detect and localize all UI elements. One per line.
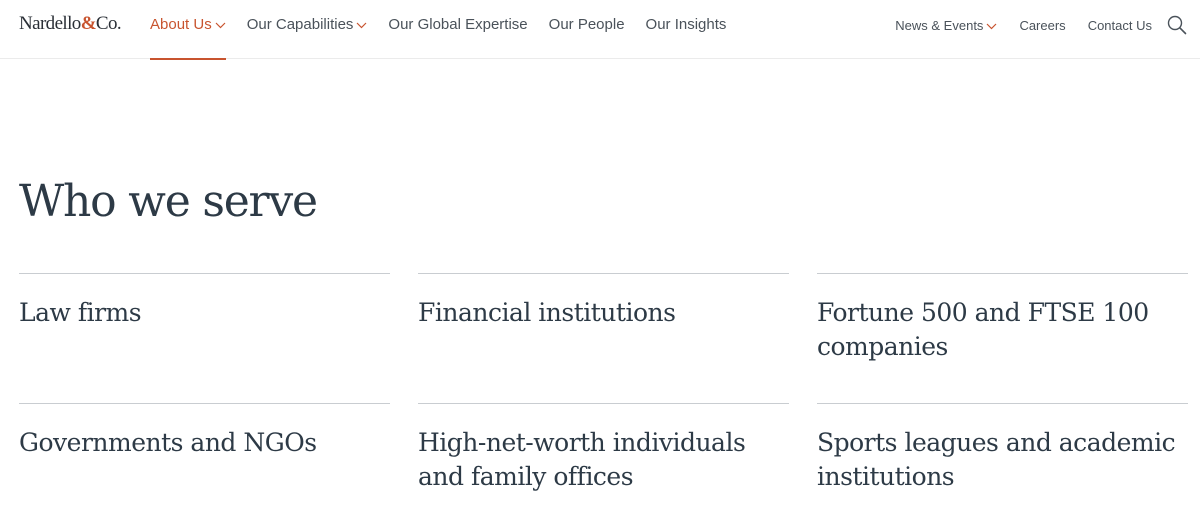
logo-text-right: Co. — [95, 13, 122, 34]
nav-about-us-label: About Us — [150, 16, 212, 33]
nav-careers-label: Careers — [1019, 18, 1066, 33]
category-title: Governments and NGOs — [19, 428, 317, 457]
category-card-sports-academic[interactable]: Sports leagues and academic institutions — [817, 403, 1188, 526]
nav-our-insights-label: Our Insights — [645, 16, 727, 33]
logo-text-left: Nardello — [19, 13, 81, 34]
category-card-financial-institutions[interactable]: Financial institutions — [418, 273, 789, 403]
category-title: Sports leagues and academic institutions — [817, 428, 1176, 491]
search-icon[interactable] — [1166, 14, 1188, 36]
nardello-logo[interactable]: Nardello&Co. — [19, 13, 122, 35]
page-title: Who we serve — [19, 176, 318, 227]
category-card-governments-ngos[interactable]: Governments and NGOs — [19, 403, 390, 526]
nav-careers[interactable]: Careers — [1019, 0, 1065, 59]
nav-our-global-expertise[interactable]: Our Global Expertise — [388, 0, 527, 59]
category-title: High-net-worth individuals and family of… — [418, 428, 746, 491]
nav-contact-us[interactable]: Contact Us — [1088, 0, 1152, 59]
category-card-law-firms[interactable]: Law firms — [19, 273, 390, 403]
nav-our-global-expertise-label: Our Global Expertise — [388, 16, 528, 33]
chevron-down-icon — [215, 21, 226, 29]
nav-our-capabilities[interactable]: Our Capabilities — [247, 0, 368, 59]
client-categories-grid: Law firms Financial institutions Fortune… — [19, 273, 1188, 526]
logo-ampersand: & — [80, 13, 97, 34]
nav-our-insights[interactable]: Our Insights — [646, 0, 727, 59]
category-title: Fortune 500 and FTSE 100 companies — [817, 298, 1149, 361]
site-header: Nardello&Co. About Us Our Capabilities O… — [0, 0, 1200, 60]
nav-news-events[interactable]: News & Events — [895, 0, 997, 59]
chevron-down-icon — [356, 21, 367, 29]
nav-our-capabilities-label: Our Capabilities — [246, 16, 354, 33]
category-title: Financial institutions — [418, 298, 676, 327]
secondary-nav: News & Events Careers Contact Us — [895, 0, 1188, 59]
chevron-down-icon — [986, 22, 997, 30]
category-card-fortune-500[interactable]: Fortune 500 and FTSE 100 companies — [817, 273, 1188, 403]
nav-contact-us-label: Contact Us — [1087, 18, 1152, 33]
primary-nav: About Us Our Capabilities Our Global Exp… — [150, 0, 727, 60]
category-card-high-net-worth[interactable]: High-net-worth individuals and family of… — [418, 403, 789, 526]
category-title: Law firms — [19, 298, 142, 327]
nav-news-events-label: News & Events — [895, 18, 984, 33]
nav-about-us[interactable]: About Us — [150, 0, 226, 60]
nav-our-people-label: Our People — [548, 16, 625, 33]
nav-our-people[interactable]: Our People — [549, 0, 625, 59]
